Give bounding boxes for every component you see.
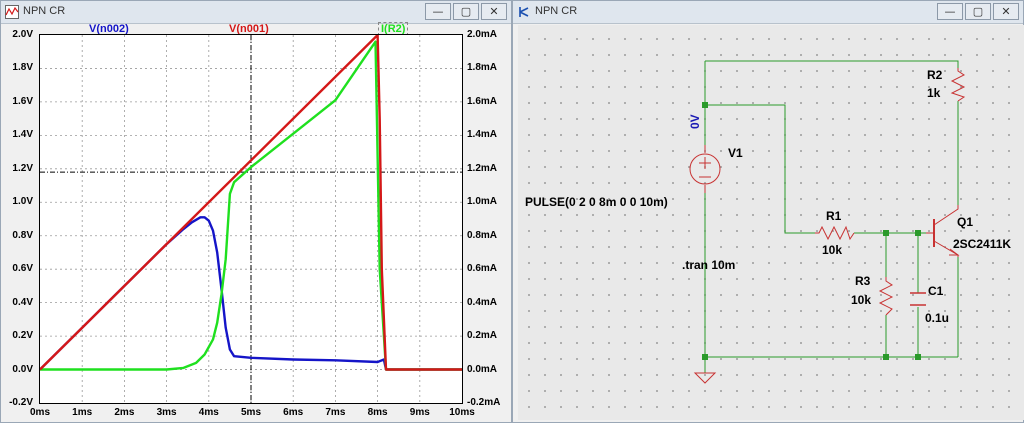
y-tick-label-left: 0.4V bbox=[12, 296, 33, 308]
r1-value-label[interactable]: 10k bbox=[822, 243, 842, 257]
y-tick-label-right: 0.6mA bbox=[467, 263, 498, 275]
pulse-directive[interactable]: PULSE(0 2 0 8m 0 0 10m) bbox=[525, 195, 668, 209]
plot-window: NPN CR — ▢ ✕ V(n002) V(n001) I(R2) 2.0V 2… bbox=[0, 0, 512, 423]
circuit-diagram bbox=[689, 60, 966, 384]
minimize-button[interactable]: — bbox=[937, 3, 963, 20]
y-tick-label-left: 1.2V bbox=[12, 162, 33, 174]
y-tick-label-left: 1.8V bbox=[12, 62, 33, 74]
tran-directive[interactable]: .tran 10m bbox=[682, 258, 735, 272]
c1-value-label[interactable]: 0.1u bbox=[925, 311, 949, 325]
r2-name-label[interactable]: R2 bbox=[927, 68, 942, 82]
y-tick-label-right: 1.4mA bbox=[467, 129, 498, 141]
x-tick-label: 4ms bbox=[198, 407, 219, 418]
voltage-source-v1 bbox=[689, 145, 721, 193]
minimize-button[interactable]: — bbox=[425, 3, 451, 20]
y-tick-label-right: 1.8mA bbox=[467, 62, 498, 74]
resistor-r1 bbox=[815, 225, 855, 241]
capacitor-c1 bbox=[910, 292, 926, 306]
node-dot bbox=[883, 230, 889, 236]
q1-name-label[interactable]: Q1 bbox=[957, 215, 973, 229]
y-tick-label-right: 0.0mA bbox=[467, 363, 498, 375]
y-tick-label-left: 1.0V bbox=[12, 196, 33, 208]
schematic-icon bbox=[519, 7, 529, 17]
plot-titlebar[interactable]: NPN CR — ▢ ✕ bbox=[1, 1, 511, 24]
x-tick-label: 8ms bbox=[367, 407, 388, 418]
node-dot bbox=[702, 354, 708, 360]
close-button[interactable]: ✕ bbox=[993, 3, 1019, 20]
y-tick-label-left: 2.0V bbox=[12, 29, 33, 40]
x-tick-label: 3ms bbox=[156, 407, 177, 418]
maximize-button[interactable]: ▢ bbox=[453, 3, 479, 20]
y-tick-label-left: 0.0V bbox=[12, 363, 33, 375]
y-tick-label-right: 0.4mA bbox=[467, 296, 498, 308]
y-tick-label-right: 2.0mA bbox=[467, 29, 498, 40]
y-tick-label-left: 0.2V bbox=[12, 330, 33, 342]
v1-value-label[interactable]: 0V bbox=[688, 114, 702, 129]
x-tick-label: 0ms bbox=[29, 407, 50, 418]
y-tick-label-left: 1.6V bbox=[12, 95, 33, 107]
y-tick-label-right: 0.2mA bbox=[467, 330, 498, 342]
schematic-canvas[interactable]: 0V V1 PULSE(0 2 0 8m 0 0 10m) .tran 10m … bbox=[518, 25, 1024, 420]
y-tick-label-right: 0.8mA bbox=[467, 229, 498, 241]
y-tick-label-left: 0.6V bbox=[12, 263, 33, 275]
x-tick-label: 6ms bbox=[283, 407, 304, 418]
plot-window-title: NPN CR bbox=[23, 5, 66, 17]
close-button[interactable]: ✕ bbox=[481, 3, 507, 20]
y-tick-label-left: 1.4V bbox=[12, 129, 33, 141]
schematic-titlebar[interactable]: NPN CR — ▢ ✕ bbox=[513, 1, 1023, 24]
y-tick-label-right: 1.6mA bbox=[467, 95, 498, 107]
x-tick-label: 1ms bbox=[72, 407, 93, 418]
x-tick-label: 7ms bbox=[325, 407, 346, 418]
ground-symbol bbox=[693, 372, 717, 384]
node-dot bbox=[883, 354, 889, 360]
plot-area[interactable] bbox=[39, 34, 463, 404]
v1-name-label[interactable]: V1 bbox=[728, 146, 743, 160]
wire-top bbox=[705, 60, 959, 68]
maximize-button[interactable]: ▢ bbox=[965, 3, 991, 20]
waveform-plot bbox=[40, 35, 462, 403]
node-dot bbox=[915, 230, 921, 236]
waveform-icon bbox=[5, 5, 19, 19]
y-tick-label-left: 0.8V bbox=[12, 229, 33, 241]
r3-name-label[interactable]: R3 bbox=[855, 274, 870, 288]
y-tick-label-right: 1.2mA bbox=[467, 162, 498, 174]
x-tick-label: 9ms bbox=[409, 407, 430, 418]
r1-name-label[interactable]: R1 bbox=[826, 209, 841, 223]
schematic-window-title: NPN CR bbox=[535, 5, 578, 17]
resistor-r2 bbox=[950, 68, 966, 102]
x-tick-label: 10ms bbox=[449, 407, 475, 418]
x-tick-label: 2ms bbox=[114, 407, 135, 418]
node-dot bbox=[915, 354, 921, 360]
r2-value-label[interactable]: 1k bbox=[927, 86, 940, 100]
x-tick-label: 5ms bbox=[240, 407, 261, 418]
q1-model-label[interactable]: 2SC2411K bbox=[953, 237, 1011, 251]
resistor-r3 bbox=[878, 277, 894, 316]
wire-node-n002 bbox=[705, 104, 815, 234]
r3-value-label[interactable]: 10k bbox=[851, 293, 871, 307]
c1-name-label[interactable]: C1 bbox=[928, 284, 943, 298]
y-tick-label-right: 1.0mA bbox=[467, 196, 498, 208]
node-dot bbox=[702, 102, 708, 108]
schematic-window: NPN CR — ▢ ✕ 0V V1 PULSE(0 2 0 8m 0 0 10… bbox=[512, 0, 1024, 423]
